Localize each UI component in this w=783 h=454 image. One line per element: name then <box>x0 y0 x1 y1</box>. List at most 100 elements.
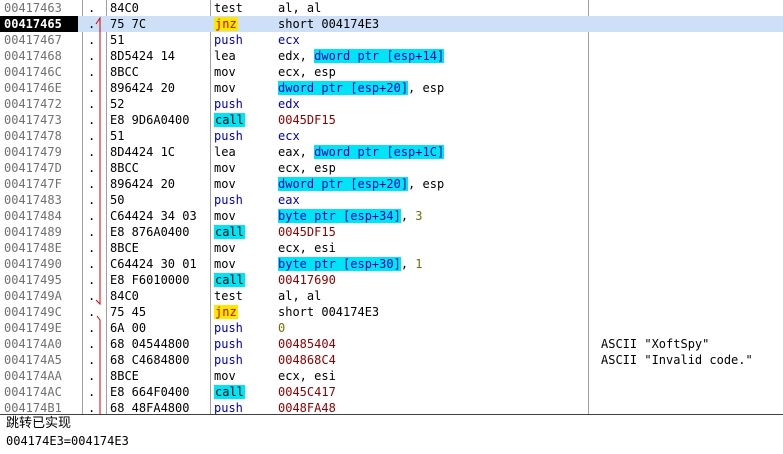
operand: 00417690 <box>278 273 336 287</box>
operand: , esp <box>408 177 445 191</box>
disasm-row[interactable]: 00417465. 75 7C jnz short 004174E3 <box>0 16 783 32</box>
hex-cell: 52 <box>110 97 125 111</box>
hex-cell: C64424 30 01 <box>110 257 197 271</box>
address-cell: 004174AC <box>4 385 62 399</box>
comment-cell <box>601 32 781 48</box>
disasm-row[interactable]: 00417473. E8 9D6A0400 call 0045DF15 <box>0 112 783 128</box>
disasm-row[interactable]: 00417489. E8 876A0400 call 0045DF15 <box>0 224 783 240</box>
operand: dword ptr [esp+1C] <box>314 145 445 159</box>
hex-cell: 8BCE <box>110 241 139 255</box>
disasm-row[interactable]: 004174AA. 8BCE mov ecx, esi <box>0 368 783 384</box>
operand: , <box>400 257 416 271</box>
disasm-row[interactable]: 00417463. 84C0 test al, al <box>0 0 783 16</box>
operands-cell: 0 <box>278 320 598 336</box>
mnemonic: mov <box>214 65 236 79</box>
flag-cell: . <box>88 369 96 383</box>
flag-cell: . <box>88 353 96 367</box>
mnemonic: mov <box>214 81 236 95</box>
disasm-row[interactable]: 0041746C. 8BCC mov ecx, esp <box>0 64 783 80</box>
disasm-row[interactable]: 0041749E. 6A 00 push 0 <box>0 320 783 336</box>
disasm-row[interactable]: 00417468. 8D5424 14 lea edx, dword ptr [esp… <box>0 48 783 64</box>
address-cell: 0041749C <box>4 305 62 319</box>
hex-cell: E8 664F0400 <box>110 385 190 399</box>
flag-cell: . <box>88 305 96 319</box>
disasm-row[interactable]: 004174AC. E8 664F0400 call 0045C417 <box>0 384 783 400</box>
operand: ecx, esi <box>278 369 336 383</box>
address-cell: 0041747D <box>4 161 62 175</box>
operand: ecx <box>278 129 300 143</box>
operand: eax, <box>278 145 315 159</box>
mnemonic: push <box>214 353 243 367</box>
disasm-row[interactable]: 004174A5. 68 C4684800 push 004868C4 ASCII "I… <box>0 352 783 368</box>
flag-cell: . <box>88 33 96 47</box>
comment-cell <box>601 0 781 16</box>
disasm-row[interactable]: 004174B1. 68 48FA4800 push 0048FA48 <box>0 400 783 414</box>
hex-cell: E8 F6010000 <box>110 273 190 287</box>
mnemonic-cell: test <box>214 0 274 16</box>
operand: 0045DF15 <box>278 113 336 127</box>
mnemonic: mov <box>214 369 236 383</box>
comment-cell <box>601 16 781 32</box>
disasm-row[interactable]: 0041746E. 896424 20 mov dword ptr [esp+20],… <box>0 80 783 96</box>
flag-cell: . <box>88 257 96 271</box>
mnemonic-cell: mov <box>214 240 274 256</box>
comment-cell <box>601 144 781 160</box>
mnemonic: mov <box>214 241 236 255</box>
comment-cell <box>601 128 781 144</box>
flag-cell: . <box>88 49 96 63</box>
disasm-row[interactable]: 00417490. C64424 30 01 mov byte ptr [esp+30… <box>0 256 783 272</box>
mnemonic-cell: push <box>214 96 274 112</box>
disasm-row[interactable]: 00417483. 50 push eax <box>0 192 783 208</box>
disasm-row[interactable]: 0041749C. 75 45 jnz short 004174E3 <box>0 304 783 320</box>
disasm-row[interactable]: 00417472. 52 push edx <box>0 96 783 112</box>
operand: dword ptr [esp+14] <box>314 49 445 63</box>
operands-cell: byte ptr [esp+30], 1 <box>278 256 598 272</box>
disasm-row[interactable]: 0041749A. 84C0 test al, al <box>0 288 783 304</box>
operand: al, al <box>278 1 322 15</box>
mnemonic: call <box>214 113 245 127</box>
mnemonic-cell: call <box>214 112 274 128</box>
mnemonic: test <box>214 1 243 15</box>
disasm-row[interactable]: 00417484. C64424 34 03 mov byte ptr [esp+34… <box>0 208 783 224</box>
disasm-row[interactable]: 004174A0. 68 04544800 push 00485404 ASCII "X… <box>0 336 783 352</box>
disassembly-pane[interactable]: 00417463. 84C0 test al, al 00417465. 75 7C jnz… <box>0 0 783 414</box>
disasm-row[interactable]: 00417495. E8 F6010000 call 00417690 <box>0 272 783 288</box>
address-cell: 004174B1 <box>4 401 62 414</box>
operand: , esp <box>408 81 445 95</box>
flag-cell: . <box>88 129 96 143</box>
disasm-row[interactable]: 0041747D. 8BCC mov ecx, esp <box>0 160 783 176</box>
mnemonic-cell: call <box>214 272 274 288</box>
address-cell: 0041749A <box>4 289 62 303</box>
hex-cell: E8 9D6A0400 <box>110 113 190 127</box>
operands-cell: eax <box>278 192 598 208</box>
hex-cell: 8D4424 1C <box>110 145 176 159</box>
operand: byte ptr [esp+30] <box>278 257 401 271</box>
disasm-row[interactable]: 0041748E. 8BCE mov ecx, esi <box>0 240 783 256</box>
comment-cell <box>601 256 781 272</box>
operands-cell: 0045DF15 <box>278 112 598 128</box>
mnemonic: push <box>214 337 243 351</box>
operand: short 004174E3 <box>278 17 380 31</box>
mnemonic: jnz <box>214 305 238 319</box>
flag-cell: . <box>88 161 96 175</box>
address-cell: 00417495 <box>4 273 62 287</box>
hex-cell: 896424 20 <box>110 81 176 95</box>
disasm-row[interactable]: 00417467. 51 push ecx <box>0 32 783 48</box>
comment-cell <box>601 176 781 192</box>
operand: 0045DF15 <box>278 225 336 239</box>
comment-cell <box>601 384 781 400</box>
address-cell: 00417473 <box>4 113 62 127</box>
hex-cell: 84C0 <box>110 1 139 15</box>
mnemonic: push <box>214 193 243 207</box>
comment-cell <box>601 48 781 64</box>
address-cell: 0041746C <box>4 65 62 79</box>
mnemonic-cell: push <box>214 320 274 336</box>
operands-cell: 00417690 <box>278 272 598 288</box>
disasm-row[interactable]: 00417479. 8D4424 1C lea eax, dword ptr [esp… <box>0 144 783 160</box>
mnemonic: mov <box>214 177 236 191</box>
address-cell: 00417478 <box>4 129 62 143</box>
disasm-row[interactable]: 0041747F. 896424 20 mov dword ptr [esp+20],… <box>0 176 783 192</box>
comment-cell: ASCII "Invalid code." <box>601 353 753 367</box>
disasm-row[interactable]: 00417478. 51 push ecx <box>0 128 783 144</box>
comment-cell: ASCII "XoftSpy" <box>601 337 710 351</box>
